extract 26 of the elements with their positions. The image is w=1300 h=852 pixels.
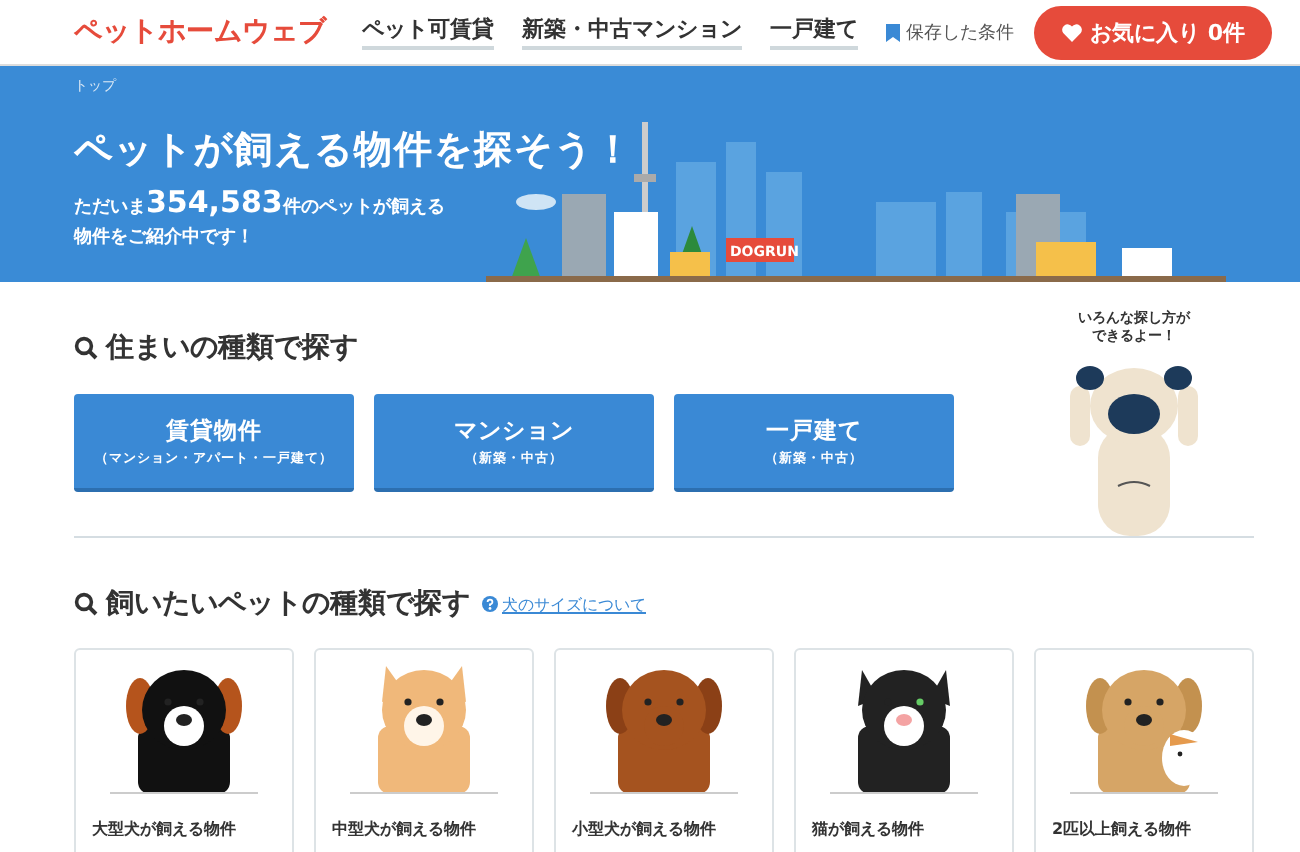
search-icon [74, 336, 98, 360]
bookmark-icon [886, 23, 900, 41]
pet-type-label: 小型犬が飼える物件 [572, 818, 716, 840]
section-heading: 飼いたいペットの種類で探す [106, 586, 470, 622]
pet-type-label: 中型犬が飼える物件 [332, 818, 476, 840]
saved-conditions-link[interactable]: 保存した条件 [886, 19, 1014, 45]
pet-type-card[interactable]: 猫が飼える物件 [794, 648, 1014, 852]
site-logo[interactable]: ペットホームウェブ [74, 14, 326, 50]
pet-type-card[interactable]: 2匹以上飼える物件 [1034, 648, 1254, 852]
dog-size-help-link[interactable]: 犬のサイズについて [482, 593, 646, 615]
pet-type-label: 2匹以上飼える物件 [1052, 818, 1192, 840]
hero-lead: ただいま 354,583件のペットが飼える 物件をご紹介中です！ [74, 188, 445, 252]
nav-link[interactable]: ペット可賃貸 [362, 14, 494, 50]
nav-link[interactable]: 新築・中古マンション [522, 14, 742, 50]
nav-link[interactable]: 一戸建て [770, 14, 858, 50]
pet-type-label: 大型犬が飼える物件 [92, 818, 236, 840]
help-icon [482, 596, 498, 612]
pet-type-card[interactable]: 大型犬が飼える物件 [74, 648, 294, 852]
hero-title: ペットが飼える物件を探そう！ [74, 126, 634, 176]
heart-icon [1062, 23, 1082, 41]
section-heading: 住まいの種類で探す [106, 330, 358, 366]
search-icon [74, 592, 98, 616]
favorites-button[interactable]: お気に入り 0件 [1034, 5, 1273, 59]
pet-type-card[interactable]: 小型犬が飼える物件 [554, 648, 774, 852]
pet-type-label: 猫が飼える物件 [812, 818, 924, 840]
pet-type-card[interactable]: 中型犬が飼える物件 [314, 648, 534, 852]
